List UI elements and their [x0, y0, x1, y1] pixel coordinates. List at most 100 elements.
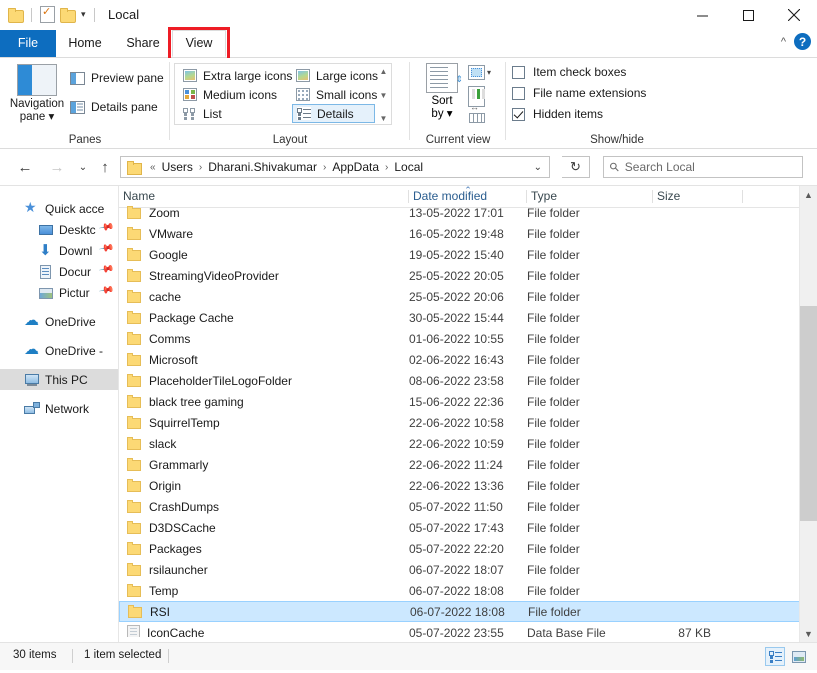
sidebar-item-onedrive-business[interactable]: OneDrive - [0, 340, 118, 361]
table-row[interactable]: rsilauncher 06-07-2022 18:07 File folder [119, 559, 800, 580]
back-button[interactable]: ← [14, 157, 36, 177]
scroll-up-icon[interactable]: ▲ [800, 186, 817, 203]
file-name: Origin [149, 478, 182, 493]
folder-icon [127, 206, 142, 219]
item-check-boxes-checkbox[interactable]: Item check boxes [512, 65, 626, 79]
sidebar-item-desktop[interactable]: Desktc 📌 [0, 219, 118, 240]
layout-extra-large-icons[interactable]: Extra large icons [179, 66, 296, 85]
file-rows[interactable]: Zoom 13-05-2022 17:01 File folder VMware… [119, 202, 800, 637]
navigation-pane-button[interactable]: Navigation pane ▾ [6, 64, 68, 124]
tab-file[interactable]: File [0, 30, 56, 57]
database-file-icon [127, 625, 140, 637]
breadcrumb-chevron-icon[interactable]: › [318, 162, 331, 173]
breadcrumb-chevron-icon[interactable]: › [380, 162, 393, 173]
breadcrumb-user[interactable]: Dharani.Shivakumar [207, 160, 318, 174]
gallery-scroll-down-icon[interactable]: ▼ [380, 91, 388, 100]
table-row[interactable]: StreamingVideoProvider 25-05-2022 20:05 … [119, 265, 800, 286]
maximize-button[interactable] [725, 0, 771, 30]
table-row[interactable]: Google 19-05-2022 15:40 File folder [119, 244, 800, 265]
layout-gallery-scroll[interactable]: ▲ ▼ ▼ [377, 65, 390, 125]
breadcrumb-appdata[interactable]: AppData [331, 160, 380, 174]
sidebar-item-downloads[interactable]: Downl 📌 [0, 240, 118, 261]
collapse-ribbon-icon[interactable]: ^ [781, 36, 786, 48]
recent-locations-button[interactable]: ⌄ [72, 157, 94, 177]
help-icon[interactable]: ? [794, 33, 811, 50]
sidebar-item-pictures[interactable]: Pictur 📌 [0, 282, 118, 303]
sort-by-caret[interactable]: ▾ [447, 108, 453, 120]
preview-pane-button[interactable]: Preview pane [70, 71, 164, 85]
new-folder-icon[interactable] [60, 8, 76, 23]
breadcrumb-local[interactable]: Local [393, 160, 424, 174]
refresh-button[interactable]: ↻ [562, 156, 590, 178]
table-row-selected[interactable]: RSI 06-07-2022 18:08 File folder [119, 601, 800, 622]
layout-medium-icons[interactable]: Medium icons [179, 85, 281, 104]
table-row[interactable]: Packages 05-07-2022 22:20 File folder [119, 538, 800, 559]
hidden-items-checkbox[interactable]: Hidden items [512, 107, 603, 121]
scroll-down-icon[interactable]: ▼ [800, 625, 817, 642]
choose-columns-button[interactable]: ▾ [468, 86, 485, 107]
add-columns-button[interactable]: ▾ [468, 65, 491, 80]
gallery-scroll-up-icon[interactable]: ▲ [380, 67, 388, 76]
layout-list[interactable]: List [179, 104, 226, 123]
large-icons-view-toggle[interactable] [789, 647, 809, 666]
layout-small-icons[interactable]: Small icons [292, 85, 381, 104]
layout-details[interactable]: Details [292, 104, 375, 123]
tab-home[interactable]: Home [56, 30, 114, 57]
table-row[interactable]: slack 22-06-2022 10:59 File folder [119, 433, 800, 454]
layout-large-icons[interactable]: Large icons [292, 66, 382, 85]
minimize-button[interactable] [679, 0, 725, 30]
up-button[interactable]: ↑ [94, 157, 116, 177]
sidebar-item-quick-access[interactable]: Quick acce [0, 198, 118, 219]
table-row[interactable]: Temp 06-07-2022 18:08 File folder [119, 580, 800, 601]
search-box[interactable]: ⚲ Search Local [603, 156, 803, 178]
sidebar-item-documents[interactable]: Docur 📌 [0, 261, 118, 282]
scrollbar-thumb[interactable] [800, 306, 817, 521]
breadcrumb-chevron-icon[interactable]: › [194, 162, 207, 173]
documents-icon [38, 264, 54, 280]
table-row[interactable]: Microsoft 02-06-2022 16:43 File folder [119, 349, 800, 370]
sidebar-item-this-pc[interactable]: This PC [0, 369, 118, 390]
customize-quick-access-caret[interactable]: ▾ [81, 10, 86, 19]
checkbox-box [512, 65, 525, 79]
table-row[interactable]: VMware 16-05-2022 19:48 File folder [119, 223, 800, 244]
table-row[interactable]: IconCache 05-07-2022 23:55 Data Base Fil… [119, 622, 800, 637]
status-selection: 1 item selected [84, 649, 162, 661]
tab-share[interactable]: Share [114, 30, 172, 57]
chevron-down-icon[interactable]: ▾ [487, 68, 491, 77]
close-button[interactable] [771, 0, 817, 30]
preview-pane-icon [70, 71, 85, 85]
table-row[interactable]: PlaceholderTileLogoFolder 08-06-2022 23:… [119, 370, 800, 391]
table-row[interactable]: SquirrelTemp 22-06-2022 10:58 File folde… [119, 412, 800, 433]
sidebar-item-label: Network [45, 401, 90, 416]
table-row[interactable]: Comms 01-06-2022 10:55 File folder [119, 328, 800, 349]
gallery-expand-icon[interactable]: ▼ [380, 114, 388, 123]
properties-icon[interactable] [40, 5, 55, 23]
sidebar-item-onedrive[interactable]: OneDrive [0, 311, 118, 332]
table-row[interactable]: Zoom 13-05-2022 17:01 File folder [119, 202, 800, 223]
navigation-pane-caret[interactable]: ▾ [49, 111, 55, 123]
file-name-extensions-checkbox[interactable]: File name extensions [512, 86, 646, 100]
file-name: slack [149, 436, 177, 451]
size-all-columns-button[interactable] [468, 102, 485, 123]
sort-by-button[interactable]: ⇕ Sort by ▾ [418, 63, 466, 121]
table-row[interactable]: Grammarly 22-06-2022 11:24 File folder [119, 454, 800, 475]
small-icons-icon [296, 88, 310, 101]
breadcrumb-overflow[interactable]: « [145, 162, 161, 173]
details-view-toggle[interactable] [765, 647, 785, 666]
breadcrumb-users[interactable]: Users [161, 160, 194, 174]
details-pane-button[interactable]: Details pane [70, 100, 158, 114]
folder-icon[interactable] [8, 8, 24, 23]
vertical-scrollbar[interactable]: ▲ ▼ [799, 186, 817, 642]
sort-ascending-icon: ⌃ [464, 185, 472, 195]
table-row[interactable]: black tree gaming 15-06-2022 22:36 File … [119, 391, 800, 412]
table-row[interactable]: Package Cache 30-05-2022 15:44 File fold… [119, 307, 800, 328]
breadcrumb-bar[interactable]: « Users › Dharani.Shivakumar › AppData ›… [120, 156, 550, 178]
file-date: 22-06-2022 11:24 [409, 457, 503, 472]
forward-button[interactable]: → [46, 157, 68, 177]
table-row[interactable]: Origin 22-06-2022 13:36 File folder [119, 475, 800, 496]
table-row[interactable]: cache 25-05-2022 20:06 File folder [119, 286, 800, 307]
sidebar-item-network[interactable]: Network [0, 398, 118, 419]
table-row[interactable]: D3DSCache 05-07-2022 17:43 File folder [119, 517, 800, 538]
breadcrumb-dropdown-icon[interactable]: ⌄ [534, 162, 545, 173]
table-row[interactable]: CrashDumps 05-07-2022 11:50 File folder [119, 496, 800, 517]
